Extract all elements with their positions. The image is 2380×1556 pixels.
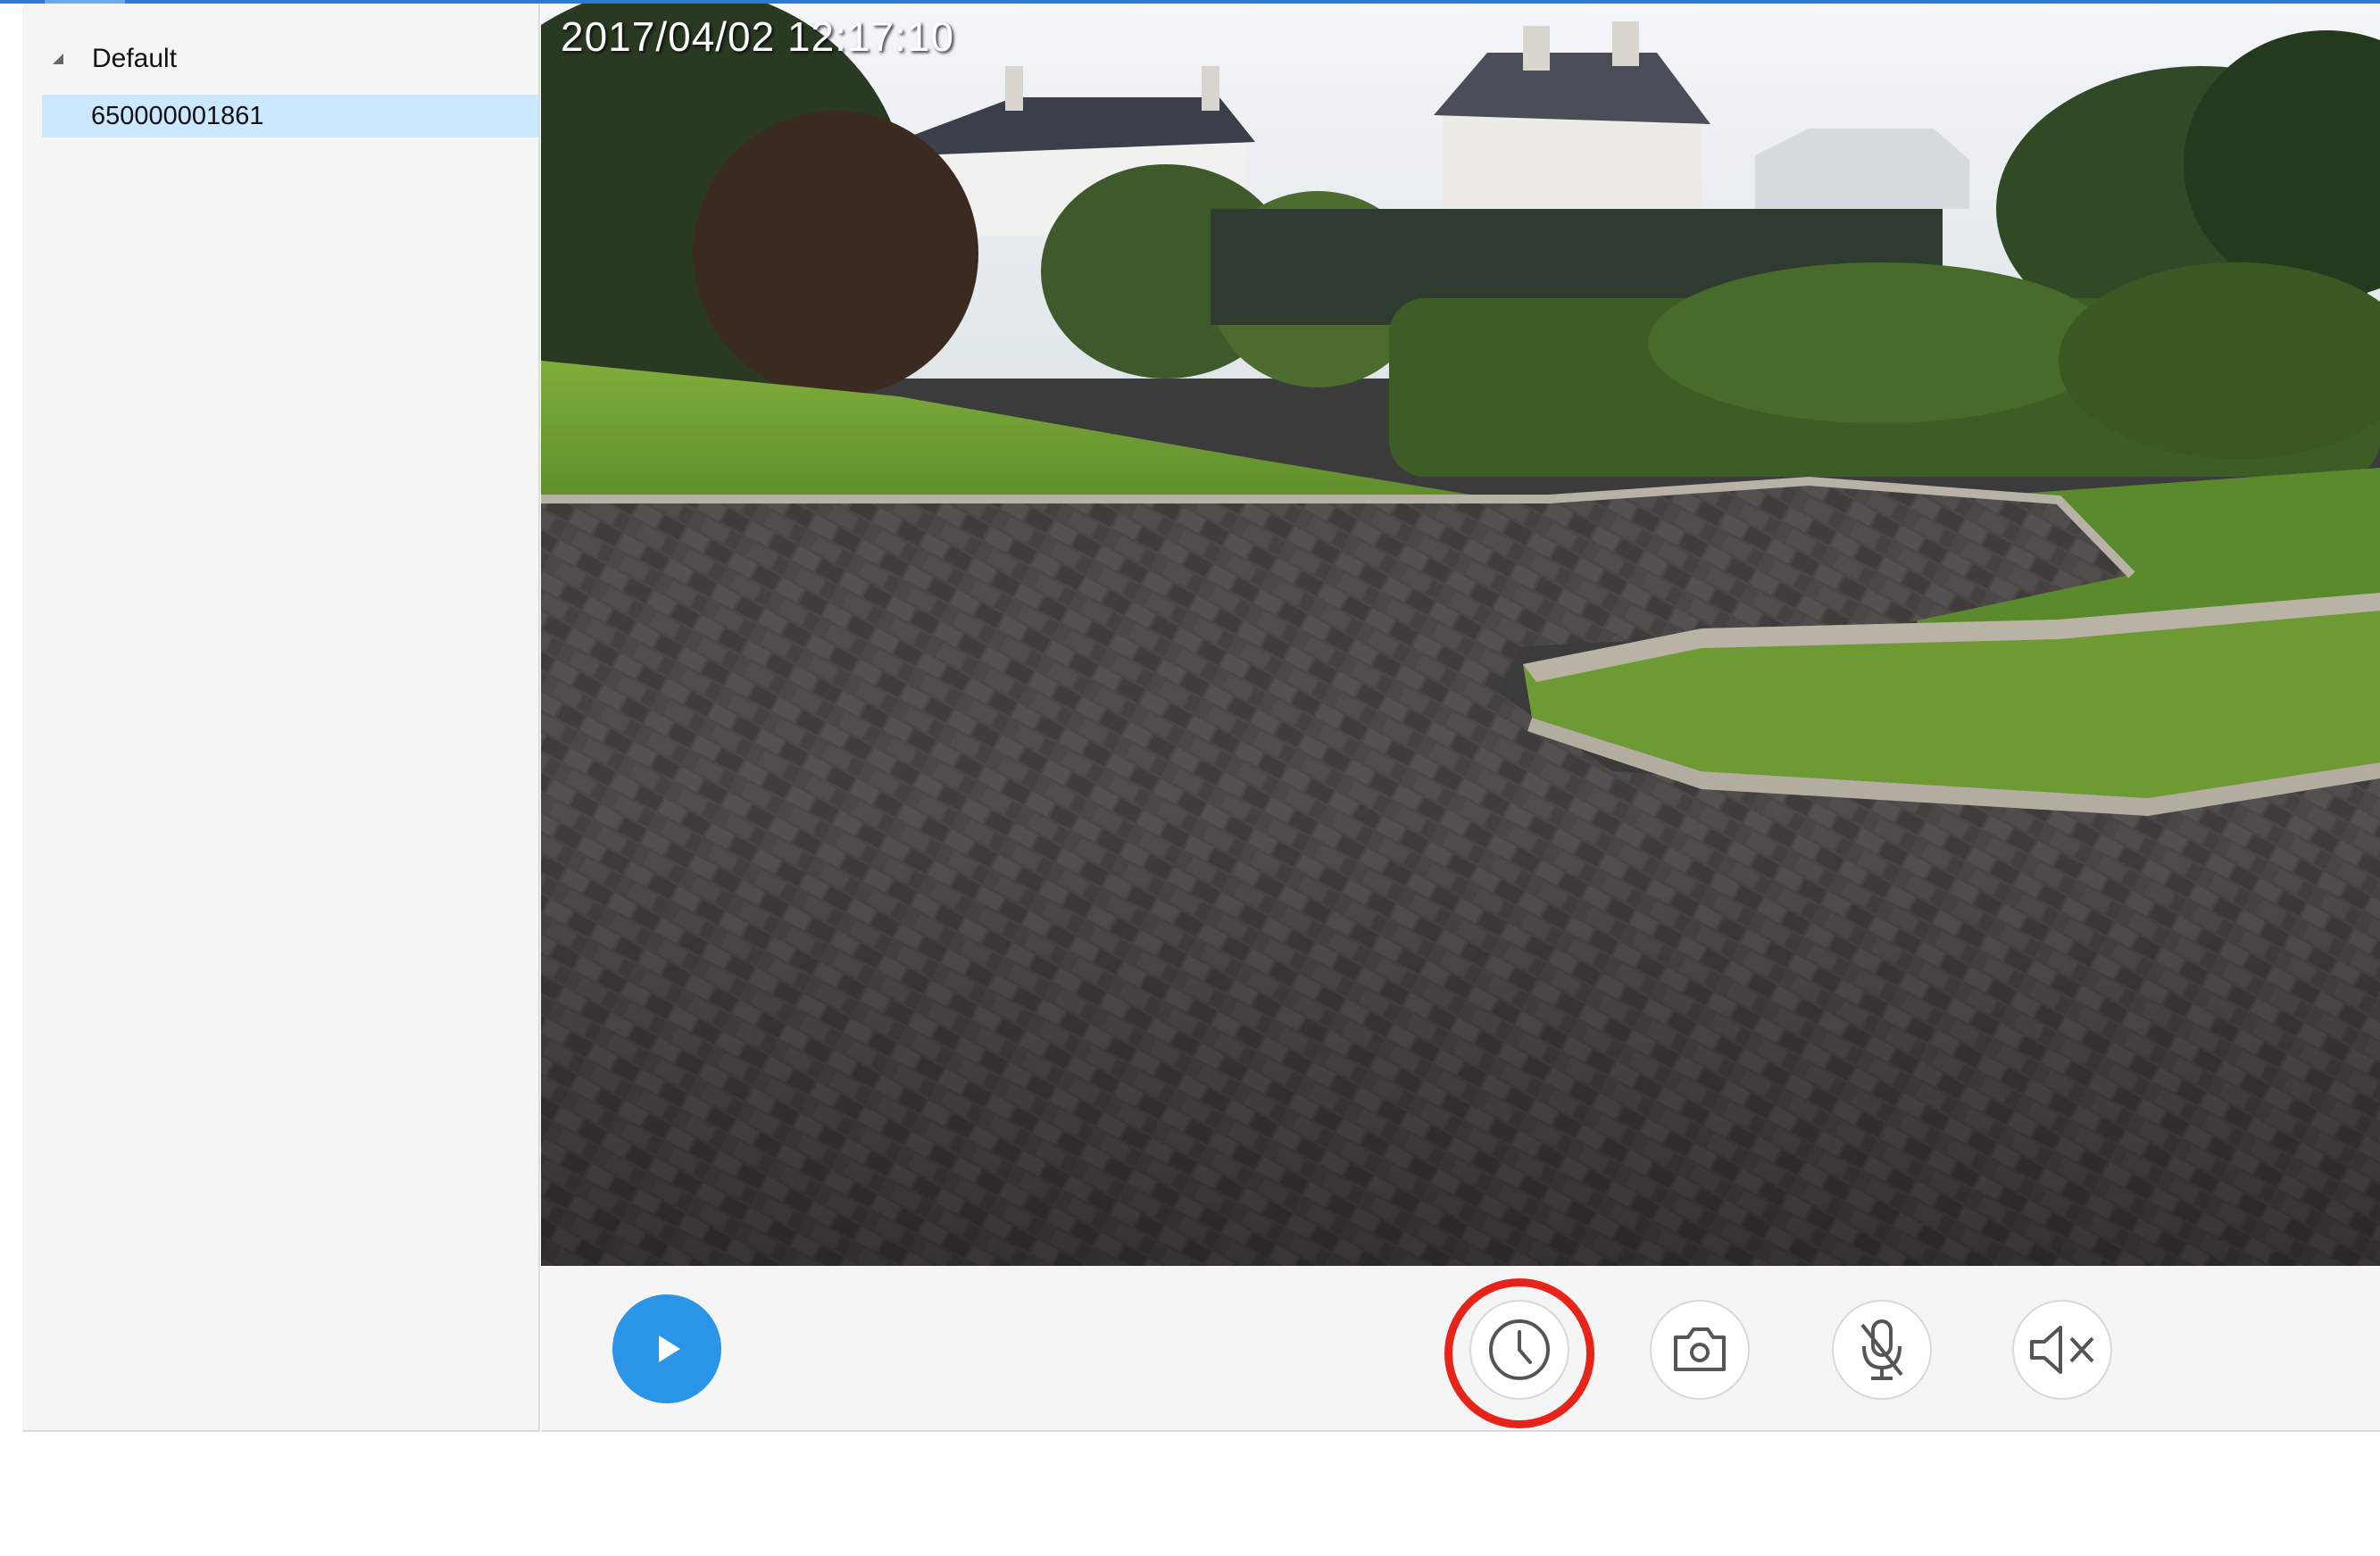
- speaker-button[interactable]: [2012, 1300, 2112, 1400]
- camera-icon: [1674, 1327, 1726, 1371]
- play-button[interactable]: [612, 1294, 721, 1403]
- video-control-bar: [541, 1266, 2380, 1432]
- device-tree-panel: Default 650000001861: [22, 4, 540, 1432]
- clock-icon: [1489, 1319, 1550, 1380]
- collapse-triangle-icon[interactable]: [49, 50, 67, 68]
- play-icon: [659, 1335, 680, 1362]
- snapshot-button[interactable]: [1650, 1300, 1750, 1400]
- tree-item-device[interactable]: 650000001861: [42, 95, 538, 137]
- live-video-view[interactable]: 2017/04/02 12:17:10: [541, 4, 2380, 1266]
- video-timestamp: 2017/04/02 12:17:10: [561, 13, 955, 60]
- tree-item-label: 650000001861: [91, 101, 264, 130]
- microphone-muted-icon: [1860, 1319, 1903, 1380]
- camera-feed-image: [541, 4, 2380, 1266]
- microphone-button[interactable]: [1832, 1300, 1932, 1400]
- record-button[interactable]: [1469, 1300, 1569, 1400]
- tree-group-default[interactable]: Default: [49, 41, 177, 77]
- speaker-muted-icon: [2030, 1326, 2094, 1374]
- tree-group-label: Default: [92, 44, 178, 73]
